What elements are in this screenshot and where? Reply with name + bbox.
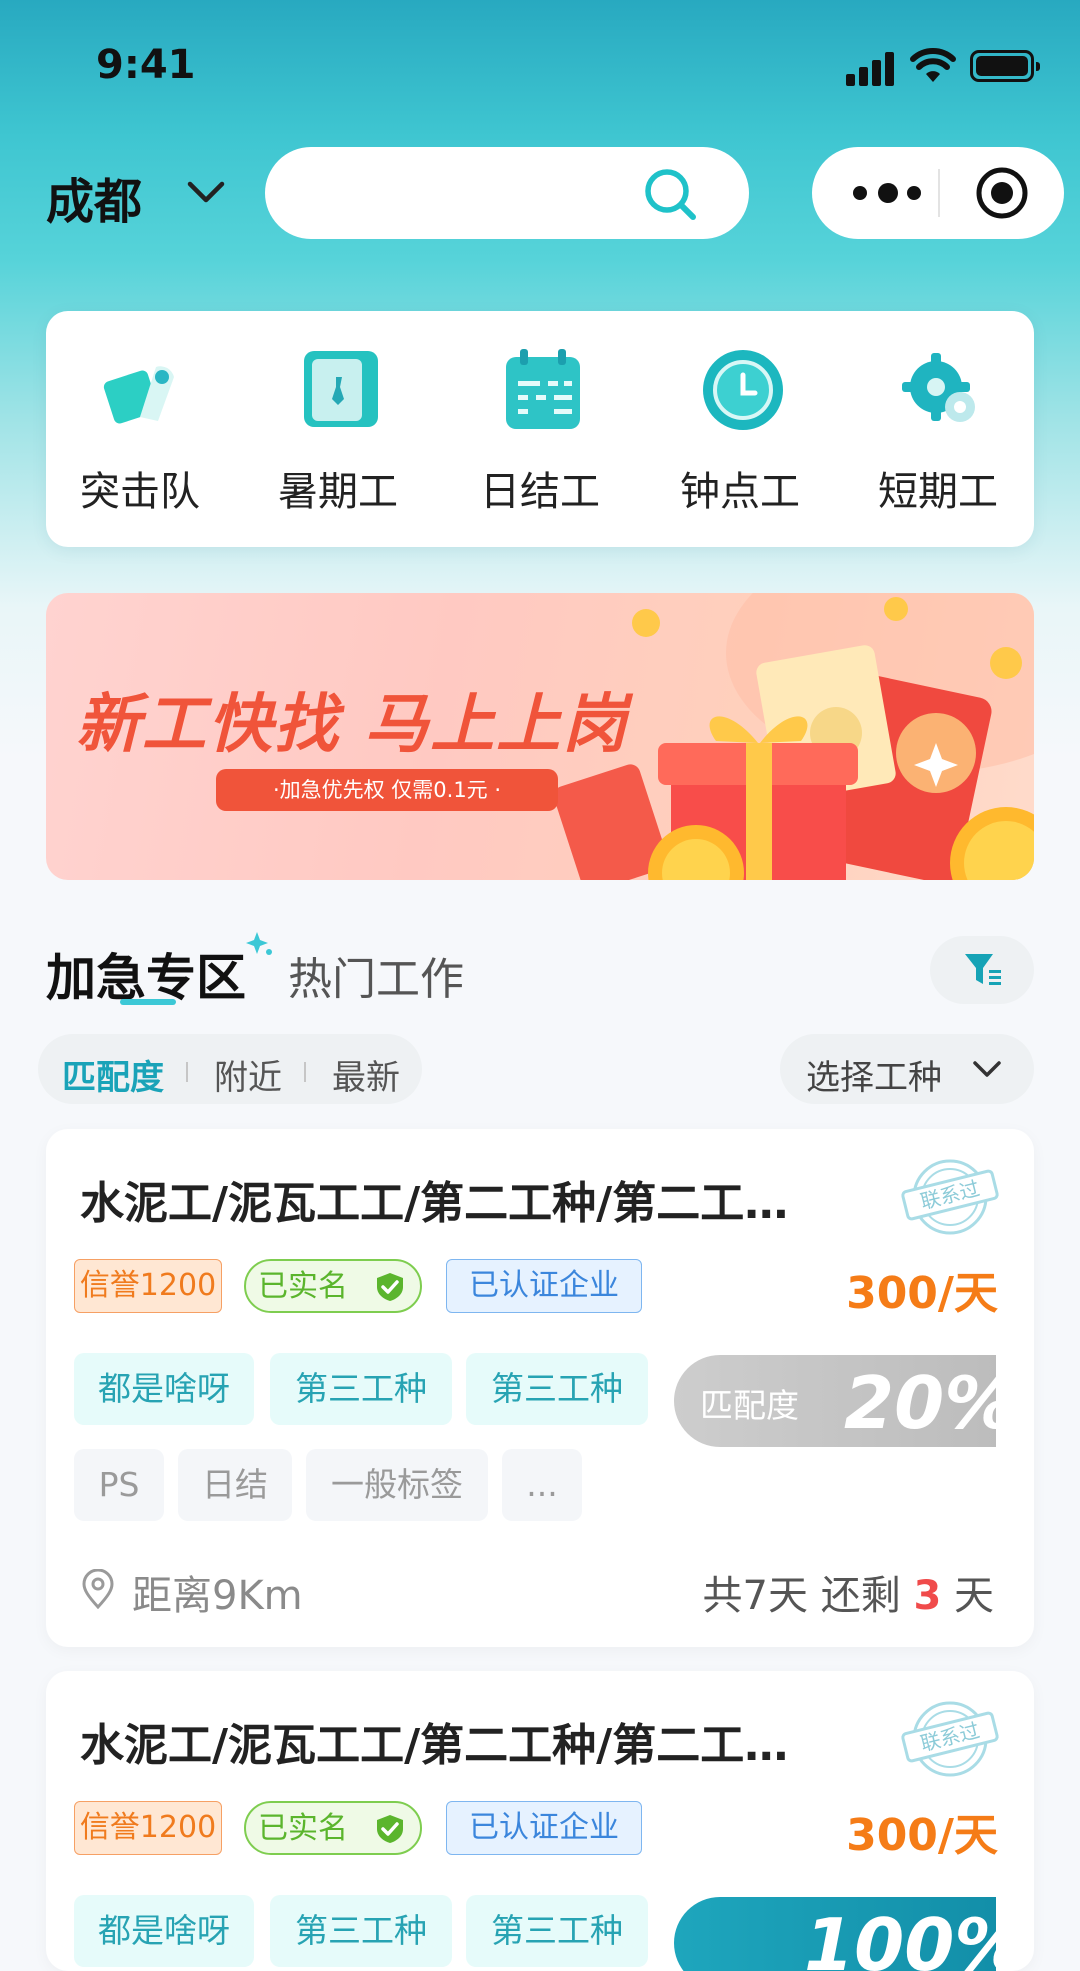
duration-remaining: 共7天 还剩 3 天	[703, 1563, 994, 1621]
match-stripe	[996, 1355, 1004, 1447]
job-tag: 第三工种	[466, 1353, 648, 1425]
certified-company-badge: 已认证企业	[446, 1259, 642, 1313]
close-miniprogram-icon[interactable]	[974, 165, 1030, 221]
filter-icon	[965, 954, 1001, 985]
search-icon[interactable]	[641, 165, 701, 225]
rocket-icon	[103, 366, 174, 424]
capsule-divider	[938, 169, 940, 217]
job-tag: 第三工种	[270, 1353, 452, 1425]
match-value: 100%	[804, 1903, 1027, 1971]
miniprogram-capsule	[812, 147, 1064, 239]
signal-icon	[846, 52, 894, 86]
active-underline	[120, 999, 176, 1005]
id-badge-icon	[304, 351, 378, 427]
category-label: 钟点工	[680, 469, 800, 515]
sparkle-icon	[246, 932, 272, 955]
days-prefix: 共7天 还剩	[702, 1573, 901, 1619]
section-title-hot-jobs[interactable]: 热门工作	[288, 943, 464, 1007]
credit-badge: 信誉1200	[74, 1259, 222, 1313]
tab-separator	[186, 1062, 188, 1082]
real-name-badge: 已实名	[244, 1801, 422, 1855]
category-label: 日结工	[480, 469, 600, 515]
category-item-short-term[interactable]: 短期工	[848, 311, 1028, 547]
chevron-down-icon[interactable]	[184, 170, 228, 214]
category-label: 暑期工	[278, 469, 398, 515]
category-item-daily[interactable]: 日结工	[450, 311, 630, 547]
category-card: 突击队 暑期工 日结工 钟点工 短期工	[46, 311, 1034, 547]
distance: 距离9Km	[132, 1573, 303, 1619]
match-value: 20%	[844, 1361, 1017, 1445]
sort-tab-newest[interactable]: 最新	[332, 1050, 400, 1099]
tab-separator	[304, 1062, 306, 1082]
match-score: 100%	[674, 1897, 1026, 1971]
job-title: 水泥工/泥瓦工工/第二工种/第二工…	[80, 1178, 789, 1229]
job-tag-secondary: PS	[74, 1449, 164, 1521]
banner-title: 新工快找 马上上岗	[76, 688, 629, 762]
chevron-down-icon	[973, 1061, 1001, 1077]
job-type-select-label: 选择工种	[806, 1058, 942, 1098]
job-type-select[interactable]: 选择工种	[780, 1034, 1034, 1104]
match-score: 匹配度 20%	[674, 1355, 1016, 1447]
search-input[interactable]	[265, 147, 749, 239]
job-tag: 第三工种	[466, 1895, 648, 1967]
wifi-icon	[910, 48, 956, 82]
more-icon[interactable]	[850, 181, 926, 205]
clock-icon	[703, 350, 783, 430]
location-pin-icon	[82, 1569, 114, 1609]
days-remaining: 3	[913, 1573, 942, 1619]
job-title: 水泥工/泥瓦工工/第二工种/第二工…	[80, 1720, 789, 1771]
category-item-strike-team[interactable]: 突击队	[50, 311, 230, 547]
job-card[interactable]: 水泥工/泥瓦工工/第二工种/第二工… 联系过 信誉1200 已实名 已认证企业 …	[46, 1671, 1034, 1971]
category-item-hourly[interactable]: 钟点工	[650, 311, 830, 547]
job-tag: 都是啥呀	[74, 1353, 254, 1425]
category-item-summer[interactable]: 暑期工	[248, 311, 428, 547]
verified-shield-icon	[377, 1815, 403, 1843]
job-tag: 第三工种	[270, 1895, 452, 1967]
match-stripe	[996, 1897, 1004, 1971]
salary: 300/天	[846, 1810, 998, 1861]
sort-tab-nearby[interactable]: 附近	[214, 1050, 282, 1099]
verified-shield-icon	[377, 1273, 403, 1301]
gear-icon	[902, 353, 975, 422]
filter-button[interactable]	[930, 936, 1034, 1004]
category-label: 突击队	[80, 469, 200, 515]
sort-tabs: 匹配度 附近 最新	[38, 1034, 422, 1104]
days-suffix: 天	[954, 1573, 994, 1619]
job-tag-secondary: 日结	[178, 1449, 292, 1521]
job-card[interactable]: 水泥工/泥瓦工工/第二工种/第二工… 联系过 信誉1200 已实名 已认证企业 …	[46, 1129, 1034, 1647]
calendar-icon	[506, 349, 580, 429]
job-tag-secondary: ...	[502, 1449, 582, 1521]
status-time: 9:41	[96, 42, 196, 88]
promo-banner[interactable]: 新工快找 马上上岗 ·加急优先权 仅需0.1元 ·	[46, 593, 1034, 880]
job-tag-secondary: 一般标签	[306, 1449, 488, 1521]
battery-icon	[970, 50, 1040, 82]
city-selector[interactable]: 成都	[46, 162, 142, 232]
real-name-badge: 已实名	[244, 1259, 422, 1313]
sort-tab-match[interactable]: 匹配度	[62, 1050, 164, 1099]
category-label: 短期工	[878, 469, 998, 515]
real-name-label: 已实名	[258, 1269, 348, 1304]
contacted-stamp-icon: 联系过	[901, 1701, 999, 1777]
real-name-label: 已实名	[258, 1811, 348, 1846]
salary: 300/天	[846, 1268, 998, 1319]
job-tag: 都是啥呀	[74, 1895, 254, 1967]
certified-company-badge: 已认证企业	[446, 1801, 642, 1855]
banner-subtitle: ·加急优先权 仅需0.1元 ·	[216, 769, 558, 811]
credit-badge: 信誉1200	[74, 1801, 222, 1855]
match-label: 匹配度	[700, 1386, 799, 1425]
contacted-stamp-icon: 联系过	[901, 1159, 999, 1235]
